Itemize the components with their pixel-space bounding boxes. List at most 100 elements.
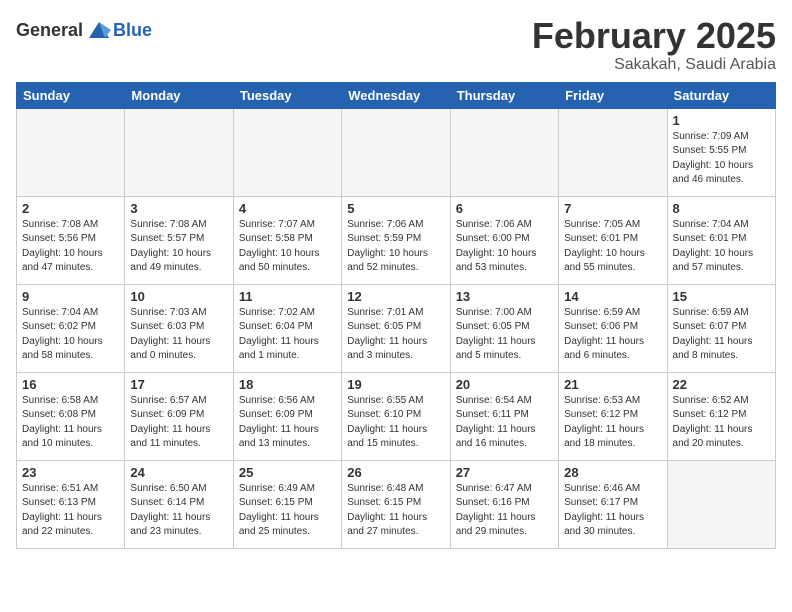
day-info: Sunrise: 6:56 AM Sunset: 6:09 PM Dayligh… (239, 394, 336, 452)
day-number: 19 (347, 377, 444, 392)
day-info: Sunrise: 7:06 AM Sunset: 5:59 PM Dayligh… (347, 218, 444, 276)
day-number: 12 (347, 289, 444, 304)
day-info: Sunrise: 6:58 AM Sunset: 6:08 PM Dayligh… (22, 394, 119, 452)
day-info: Sunrise: 6:48 AM Sunset: 6:15 PM Dayligh… (347, 482, 444, 540)
day-number: 10 (130, 289, 227, 304)
day-info: Sunrise: 6:59 AM Sunset: 6:07 PM Dayligh… (673, 306, 770, 364)
day-number: 18 (239, 377, 336, 392)
calendar-cell: 26Sunrise: 6:48 AM Sunset: 6:15 PM Dayli… (342, 460, 450, 548)
day-info: Sunrise: 7:00 AM Sunset: 6:05 PM Dayligh… (456, 306, 553, 364)
day-info: Sunrise: 7:09 AM Sunset: 5:55 PM Dayligh… (673, 130, 770, 188)
day-info: Sunrise: 7:04 AM Sunset: 6:02 PM Dayligh… (22, 306, 119, 364)
title-area: February 2025 Sakakah, Saudi Arabia (532, 16, 776, 74)
day-info: Sunrise: 7:03 AM Sunset: 6:03 PM Dayligh… (130, 306, 227, 364)
week-row-4: 23Sunrise: 6:51 AM Sunset: 6:13 PM Dayli… (17, 460, 776, 548)
day-number: 13 (456, 289, 553, 304)
calendar-cell: 8Sunrise: 7:04 AM Sunset: 6:01 PM Daylig… (667, 196, 775, 284)
calendar-table: SundayMondayTuesdayWednesdayThursdayFrid… (16, 82, 776, 549)
week-row-2: 9 Sunrise: 7:04 AM Sunset: 6:02 PM Daylig… (17, 284, 776, 372)
calendar-body: 1 Sunrise: 7:09 AM Sunset: 5:55 PM Daylig… (17, 108, 776, 548)
calendar-cell (125, 108, 233, 196)
day-number: 1 (673, 113, 770, 128)
week-row-0: 1 Sunrise: 7:09 AM Sunset: 5:55 PM Daylig… (17, 108, 776, 196)
calendar-cell: 9 Sunrise: 7:04 AM Sunset: 6:02 PM Daylig… (17, 284, 125, 372)
month-title: February 2025 (532, 16, 776, 56)
weekday-header-row: SundayMondayTuesdayWednesdayThursdayFrid… (17, 82, 776, 108)
day-number: 4 (239, 201, 336, 216)
calendar-cell: 5 Sunrise: 7:06 AM Sunset: 5:59 PM Daylig… (342, 196, 450, 284)
calendar-cell (667, 460, 775, 548)
day-number: 14 (564, 289, 661, 304)
day-info: Sunrise: 6:49 AM Sunset: 6:15 PM Dayligh… (239, 482, 336, 540)
day-number: 9 (22, 289, 119, 304)
day-info: Sunrise: 6:54 AM Sunset: 6:11 PM Dayligh… (456, 394, 553, 452)
calendar-cell: 16 Sunrise: 6:58 AM Sunset: 6:08 PM Dayli… (17, 372, 125, 460)
weekday-saturday: Saturday (667, 82, 775, 108)
calendar-cell: 18 Sunrise: 6:56 AM Sunset: 6:09 PM Dayli… (233, 372, 341, 460)
calendar-cell: 13 Sunrise: 7:00 AM Sunset: 6:05 PM Dayli… (450, 284, 558, 372)
day-number: 24 (130, 465, 227, 480)
page-header: General Blue February 2025 Sakakah, Saud… (16, 16, 776, 74)
day-info: Sunrise: 6:53 AM Sunset: 6:12 PM Dayligh… (564, 394, 661, 452)
day-number: 11 (239, 289, 336, 304)
day-number: 20 (456, 377, 553, 392)
calendar-cell: 10 Sunrise: 7:03 AM Sunset: 6:03 PM Dayli… (125, 284, 233, 372)
day-number: 21 (564, 377, 661, 392)
day-info: Sunrise: 6:52 AM Sunset: 6:12 PM Dayligh… (673, 394, 770, 452)
calendar-cell: 14 Sunrise: 6:59 AM Sunset: 6:06 PM Dayli… (559, 284, 667, 372)
weekday-monday: Monday (125, 82, 233, 108)
calendar-cell: 12Sunrise: 7:01 AM Sunset: 6:05 PM Dayli… (342, 284, 450, 372)
day-info: Sunrise: 6:59 AM Sunset: 6:06 PM Dayligh… (564, 306, 661, 364)
day-number: 16 (22, 377, 119, 392)
day-number: 6 (456, 201, 553, 216)
day-number: 17 (130, 377, 227, 392)
calendar-cell (450, 108, 558, 196)
day-number: 2 (22, 201, 119, 216)
day-info: Sunrise: 7:08 AM Sunset: 5:57 PM Dayligh… (130, 218, 227, 276)
day-number: 15 (673, 289, 770, 304)
calendar-cell: 2 Sunrise: 7:08 AM Sunset: 5:56 PM Daylig… (17, 196, 125, 284)
day-info: Sunrise: 7:02 AM Sunset: 6:04 PM Dayligh… (239, 306, 336, 364)
calendar-cell: 11 Sunrise: 7:02 AM Sunset: 6:04 PM Dayli… (233, 284, 341, 372)
weekday-sunday: Sunday (17, 82, 125, 108)
week-row-3: 16 Sunrise: 6:58 AM Sunset: 6:08 PM Dayli… (17, 372, 776, 460)
day-number: 5 (347, 201, 444, 216)
calendar-cell: 27 Sunrise: 6:47 AM Sunset: 6:16 PM Dayli… (450, 460, 558, 548)
calendar-cell: 15 Sunrise: 6:59 AM Sunset: 6:07 PM Dayli… (667, 284, 775, 372)
logo-icon (85, 16, 113, 44)
day-info: Sunrise: 6:46 AM Sunset: 6:17 PM Dayligh… (564, 482, 661, 540)
weekday-thursday: Thursday (450, 82, 558, 108)
calendar-cell: 25Sunrise: 6:49 AM Sunset: 6:15 PM Dayli… (233, 460, 341, 548)
day-info: Sunrise: 7:05 AM Sunset: 6:01 PM Dayligh… (564, 218, 661, 276)
calendar-cell: 19Sunrise: 6:55 AM Sunset: 6:10 PM Dayli… (342, 372, 450, 460)
calendar-cell: 23Sunrise: 6:51 AM Sunset: 6:13 PM Dayli… (17, 460, 125, 548)
day-number: 28 (564, 465, 661, 480)
day-number: 27 (456, 465, 553, 480)
calendar-cell: 17Sunrise: 6:57 AM Sunset: 6:09 PM Dayli… (125, 372, 233, 460)
calendar-cell (559, 108, 667, 196)
calendar-cell: 28 Sunrise: 6:46 AM Sunset: 6:17 PM Dayli… (559, 460, 667, 548)
day-info: Sunrise: 7:07 AM Sunset: 5:58 PM Dayligh… (239, 218, 336, 276)
calendar-cell: 20 Sunrise: 6:54 AM Sunset: 6:11 PM Dayli… (450, 372, 558, 460)
logo: General Blue (16, 16, 152, 44)
weekday-wednesday: Wednesday (342, 82, 450, 108)
calendar-cell: 7 Sunrise: 7:05 AM Sunset: 6:01 PM Daylig… (559, 196, 667, 284)
day-info: Sunrise: 6:47 AM Sunset: 6:16 PM Dayligh… (456, 482, 553, 540)
weekday-friday: Friday (559, 82, 667, 108)
calendar-cell: 22 Sunrise: 6:52 AM Sunset: 6:12 PM Dayli… (667, 372, 775, 460)
calendar-cell: 4 Sunrise: 7:07 AM Sunset: 5:58 PM Daylig… (233, 196, 341, 284)
day-number: 22 (673, 377, 770, 392)
calendar-cell: 1 Sunrise: 7:09 AM Sunset: 5:55 PM Daylig… (667, 108, 775, 196)
day-number: 7 (564, 201, 661, 216)
weekday-tuesday: Tuesday (233, 82, 341, 108)
week-row-1: 2 Sunrise: 7:08 AM Sunset: 5:56 PM Daylig… (17, 196, 776, 284)
day-info: Sunrise: 7:06 AM Sunset: 6:00 PM Dayligh… (456, 218, 553, 276)
day-info: Sunrise: 6:51 AM Sunset: 6:13 PM Dayligh… (22, 482, 119, 540)
day-number: 3 (130, 201, 227, 216)
calendar-cell: 21 Sunrise: 6:53 AM Sunset: 6:12 PM Dayli… (559, 372, 667, 460)
day-info: Sunrise: 7:08 AM Sunset: 5:56 PM Dayligh… (22, 218, 119, 276)
calendar-cell: 6 Sunrise: 7:06 AM Sunset: 6:00 PM Daylig… (450, 196, 558, 284)
calendar-cell: 24Sunrise: 6:50 AM Sunset: 6:14 PM Dayli… (125, 460, 233, 548)
location-title: Sakakah, Saudi Arabia (532, 56, 776, 74)
logo-general: General (16, 20, 83, 41)
